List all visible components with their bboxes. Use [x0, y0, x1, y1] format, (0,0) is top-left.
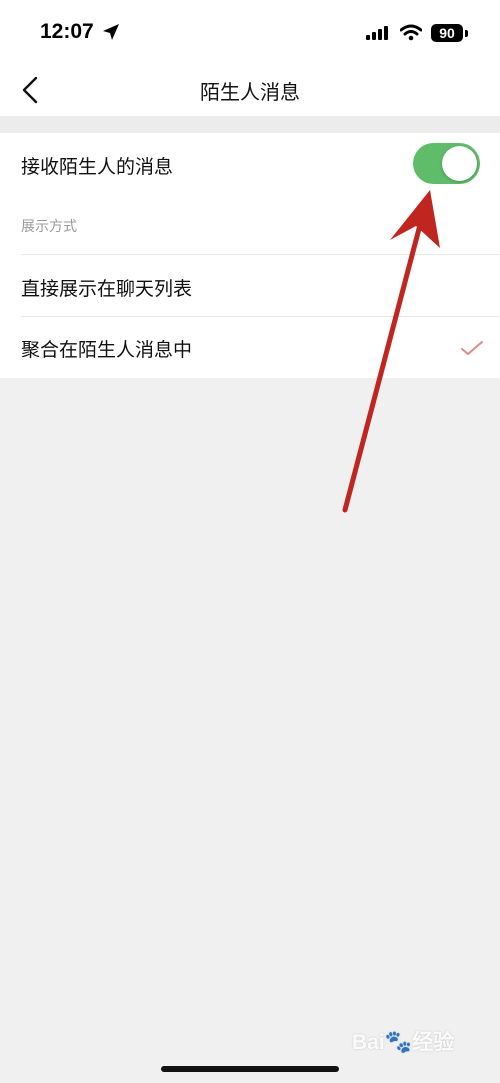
status-time: 12:07: [40, 20, 94, 43]
receive-label: 接收陌生人的消息: [21, 156, 174, 178]
watermark-text-a: Bai: [352, 1031, 385, 1054]
nav-bar: 陌生人消息: [0, 62, 500, 116]
watermark-text-b: 经验: [412, 1031, 455, 1054]
signal-bars-icon: [366, 26, 388, 40]
receive-row: 接收陌生人的消息: [0, 133, 500, 195]
baidu-watermark: Bai🐾经验: [352, 1026, 482, 1066]
page-title: 陌生人消息: [200, 80, 300, 104]
section-gap: [0, 116, 500, 133]
battery-level: 90: [439, 25, 455, 41]
option-direct[interactable]: 直接展示在聊天列表: [0, 255, 500, 316]
wifi-icon: [400, 24, 422, 41]
option-direct-label: 直接展示在聊天列表: [21, 278, 193, 300]
battery-icon: 90: [431, 24, 463, 42]
battery-cap: [465, 30, 468, 37]
status-bar: 12:07 90: [0, 0, 500, 62]
toggle-knob: [442, 146, 477, 181]
display-section: 展示方式 直接展示在聊天列表 聚合在陌生人消息中: [0, 195, 500, 378]
paw-logo-icon: 🐾: [384, 1029, 413, 1054]
check-icon: [461, 341, 483, 355]
display-section-title: 展示方式: [21, 219, 77, 235]
receive-toggle[interactable]: [413, 143, 480, 184]
option-aggregate-label: 聚合在陌生人消息中: [21, 339, 193, 361]
home-indicator: [161, 1066, 339, 1072]
location-arrow-icon: [103, 24, 119, 40]
option-aggregate[interactable]: 聚合在陌生人消息中: [0, 317, 500, 378]
